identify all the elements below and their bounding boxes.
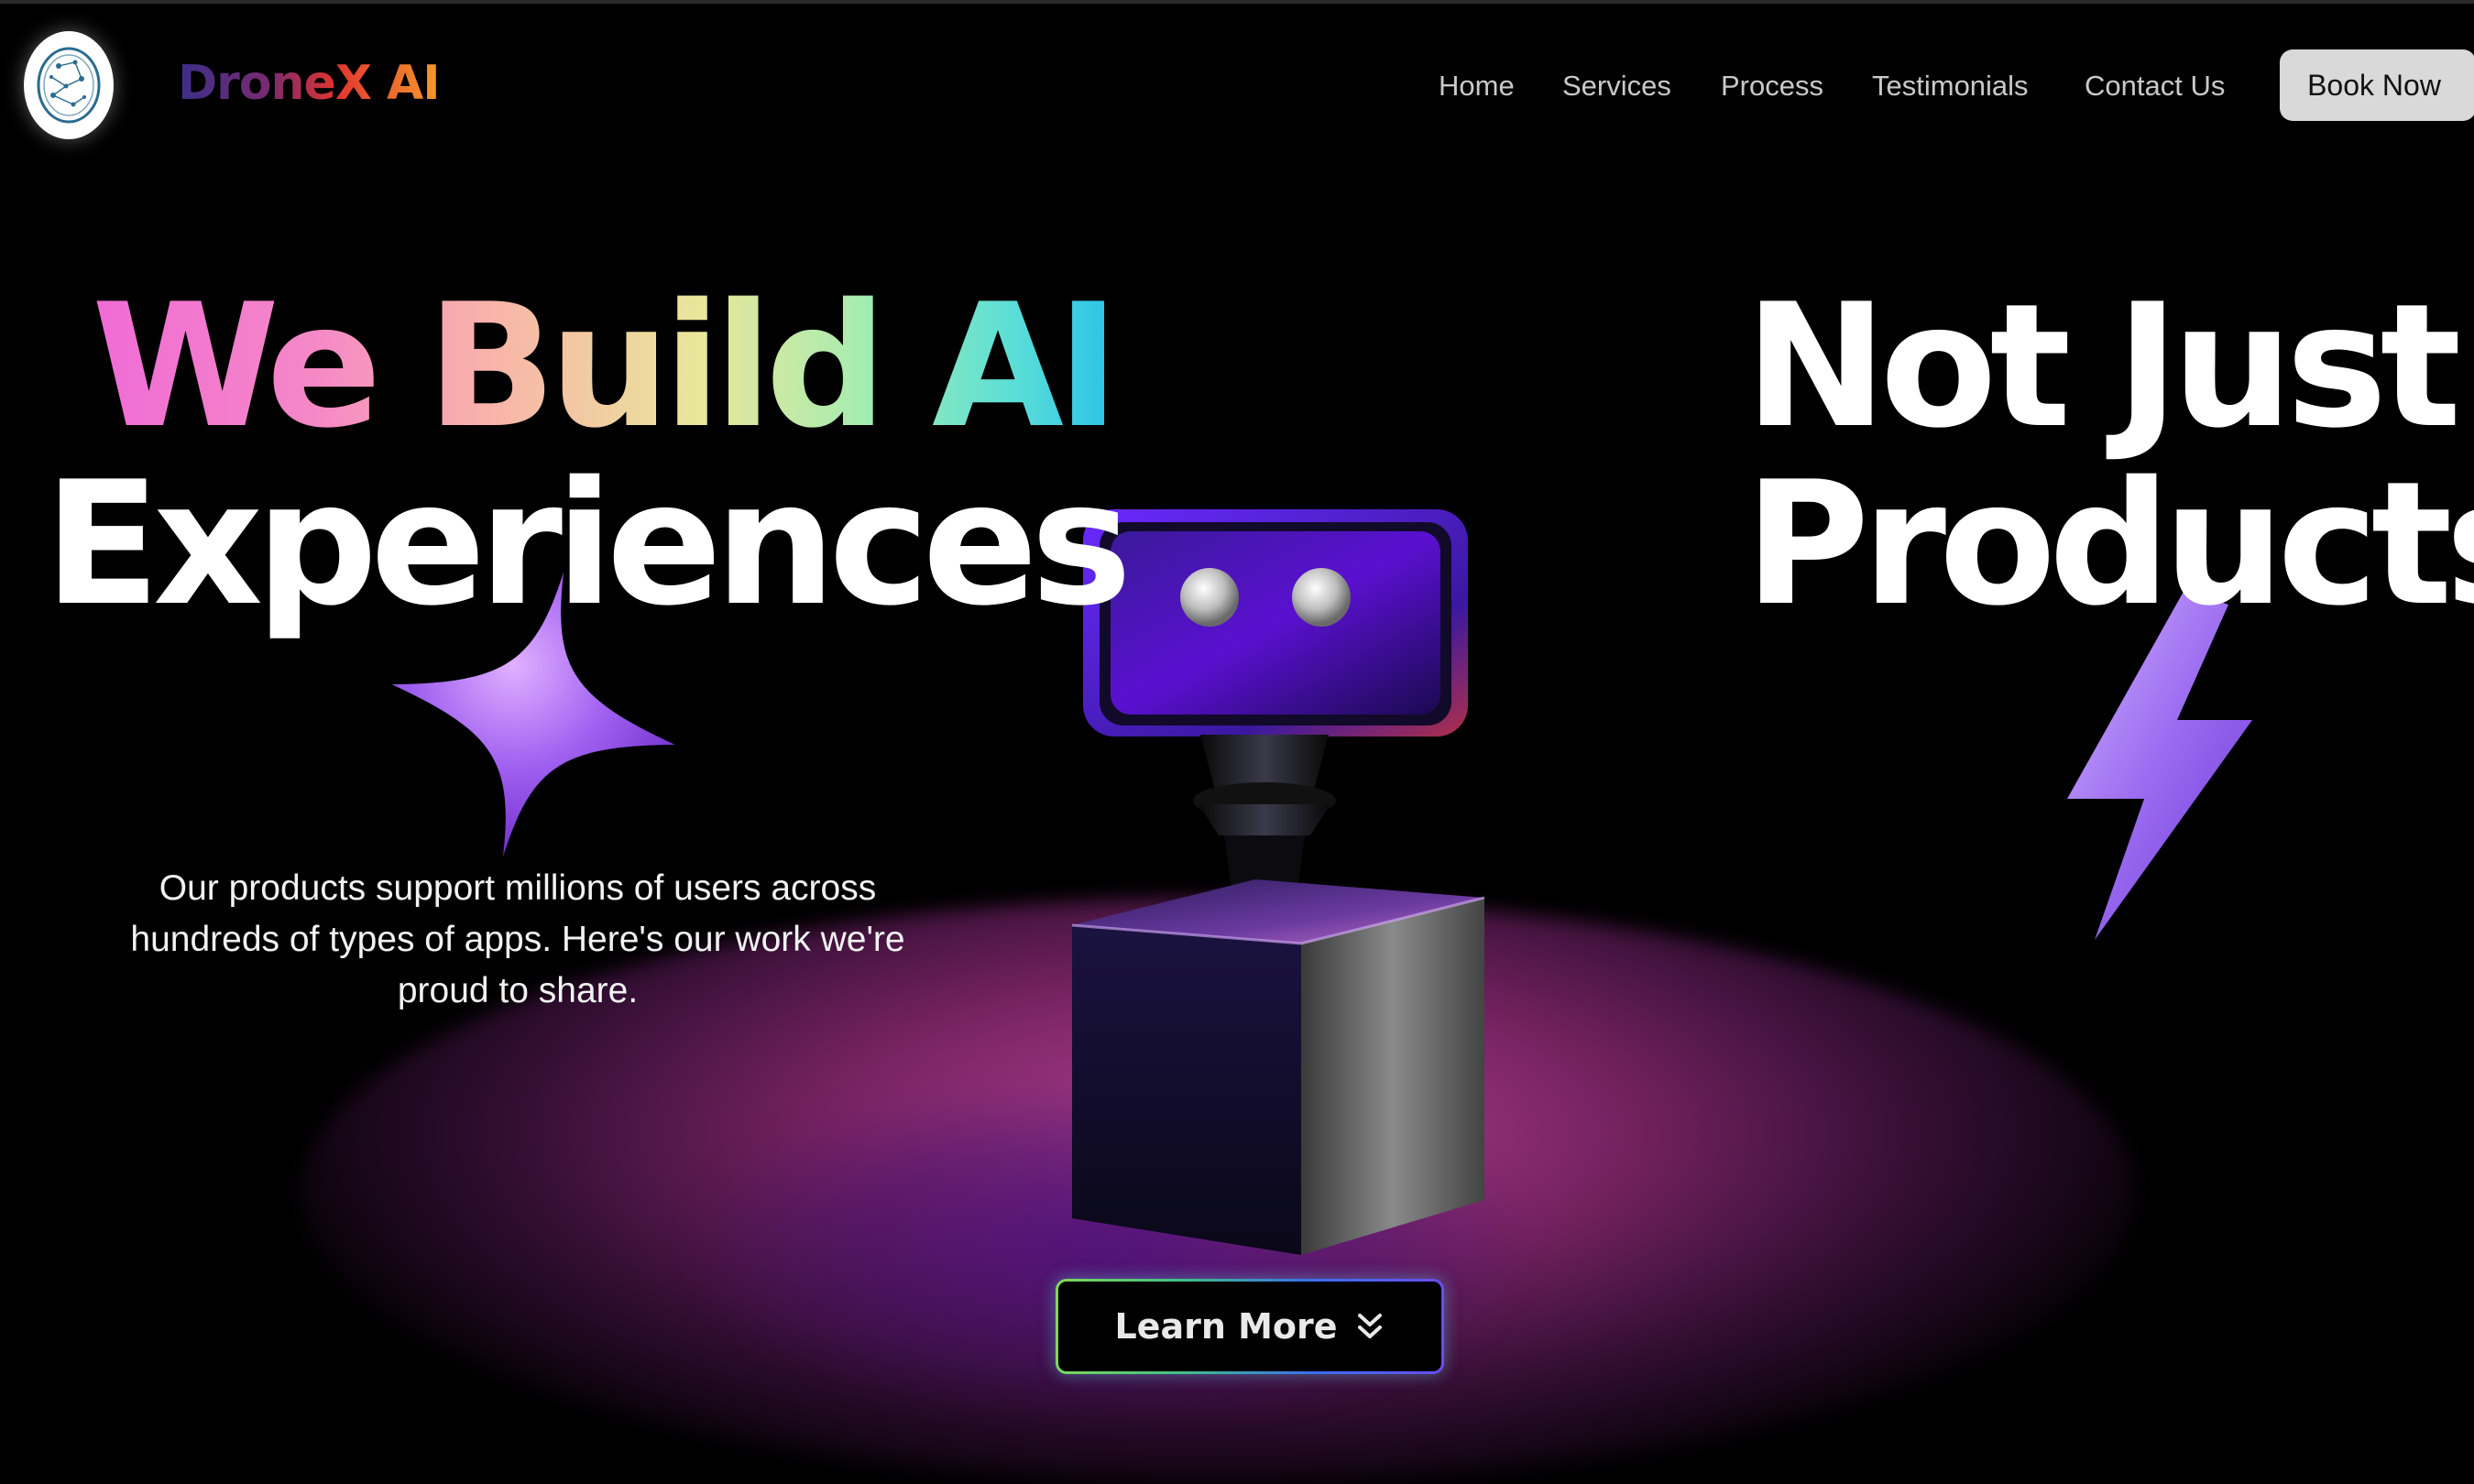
hero-line-products: Products	[1745, 444, 2474, 643]
nav-contact-us[interactable]: Contact Us	[2085, 66, 2225, 106]
nav-testimonials[interactable]: Testimonials	[1872, 66, 2029, 106]
top-border	[0, 0, 2474, 4]
nav-services[interactable]: Services	[1562, 66, 1671, 106]
book-now-button[interactable]: Book Now	[2280, 49, 2474, 121]
learn-more-button[interactable]: Learn More	[1056, 1279, 1444, 1374]
hero-line-experiences: Experiences	[44, 444, 1132, 643]
hero-line-not-just: Not Just	[1745, 267, 2461, 465]
hero-description: Our products support millions of users a…	[130, 868, 905, 1010]
constellation-logo-icon[interactable]	[24, 31, 114, 139]
double-chevron-down-icon	[1357, 1314, 1382, 1338]
nav-home[interactable]: Home	[1439, 66, 1515, 106]
nav-process[interactable]: Process	[1721, 66, 1823, 106]
brand-name[interactable]: DroneX AI	[178, 51, 441, 115]
hero-line-we-build-ai: We Build AI	[92, 267, 1120, 465]
learn-more-label: Learn More	[1114, 1306, 1338, 1347]
